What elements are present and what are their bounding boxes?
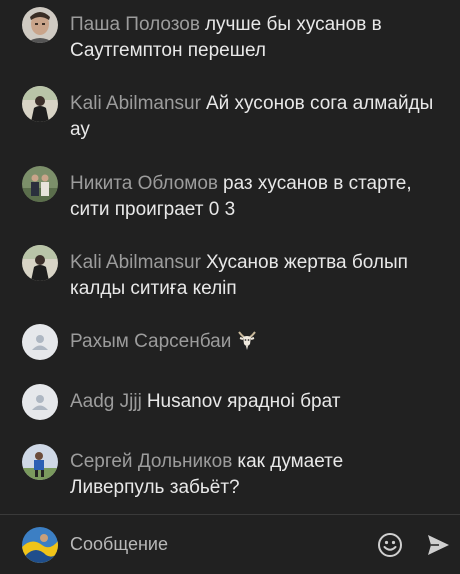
message-list[interactable]: Паша Полозов лучше бы хусанов в Саутгемпт… [0,0,460,514]
user-photo-icon [22,166,58,202]
chat-panel: Паша Полозов лучше бы хусанов в Саутгемпт… [0,0,460,574]
message-bubble: Рахым Сарсенбаи [70,329,258,355]
avatar[interactable] [22,7,58,43]
list-item: Kali Abilmansur Ай хусонов сога алмайды а… [22,86,442,143]
message-composer [0,515,460,574]
list-item: Aadg Jjjj Husanov ярадноі брат [22,384,442,420]
message-author[interactable]: Никита Обломов [70,173,218,194]
list-item: Сергей Дольников как думаете Ливерпуль за… [22,444,442,501]
message-author[interactable]: Паша Полозов [70,14,200,35]
emoji-button[interactable] [374,529,406,561]
user-photo-icon [22,7,58,43]
message-author[interactable]: Сергей Дольников [70,451,232,472]
user-photo-icon [22,444,58,480]
message-input[interactable] [70,526,374,563]
message-bubble: Aadg Jjjj Husanov ярадноі брат [70,389,340,415]
message-bubble: Никита Обломов раз хусанов в старте, сити… [70,171,442,223]
default-user-icon [22,384,58,420]
avatar[interactable] [22,526,58,563]
list-item: Никита Обломов раз хусанов в старте, сити… [22,166,442,223]
avatar[interactable] [22,86,58,122]
goat-emoji-icon [236,329,258,351]
message-author[interactable]: Kali Abilmansur [70,252,201,273]
message-bubble: Kali Abilmansur Ай хусонов сога алмайды а… [70,91,442,143]
smile-icon [378,532,402,557]
message-bubble: Kali Abilmansur Хусанов жертва болып калд… [70,250,442,302]
avatar[interactable] [22,166,58,202]
user-photo-icon [22,86,58,122]
avatar[interactable] [22,245,58,281]
message-author[interactable]: Рахым Сарсенбаи [70,331,231,352]
avatar[interactable] [22,444,58,480]
list-item: Kali Abilmansur Хусанов жертва болып калд… [22,245,442,302]
user-photo-icon [22,245,58,281]
send-arrow-icon [428,534,449,555]
list-item: Рахым Сарсенбаи [22,324,442,360]
user-photo-icon [22,526,58,563]
message-text: Husanov ярадноі брат [146,391,341,412]
avatar[interactable] [22,384,58,420]
message-bubble: Паша Полозов лучше бы хусанов в Саутгемпт… [70,12,442,64]
message-author[interactable]: Kali Abilmansur [70,93,201,114]
send-button[interactable] [422,529,454,561]
avatar[interactable] [22,324,58,360]
default-user-icon [22,324,58,360]
message-author[interactable]: Aadg Jjjj [70,391,142,412]
message-bubble: Сергей Дольников как думаете Ливерпуль за… [70,449,442,501]
list-item: Паша Полозов лучше бы хусанов в Саутгемпт… [22,7,442,64]
